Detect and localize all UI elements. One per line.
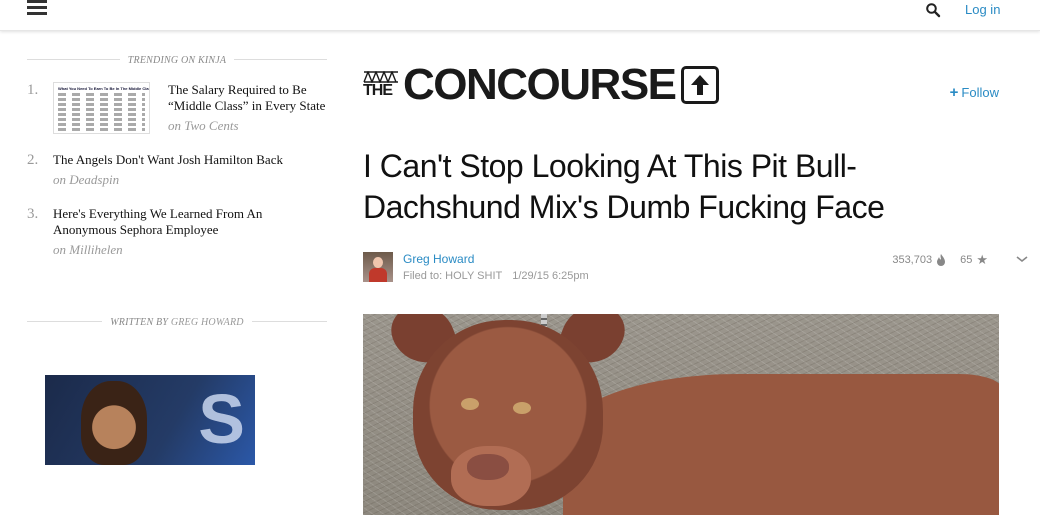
trending-heading: TRENDING ON KINJA — [27, 50, 327, 68]
promo-person — [81, 381, 147, 465]
chevron-down-icon[interactable] — [1015, 254, 1029, 264]
article-meta: Filed to: HOLY SHIT 1/29/15 6:25pm — [403, 270, 589, 282]
plus-icon: + — [949, 84, 959, 101]
hero-dog-eye-left — [461, 398, 479, 410]
trending-number: 3. — [27, 206, 39, 222]
article-headline: I Can't Stop Looking At This Pit Bull-Da… — [363, 148, 885, 225]
hero-dog-body — [563, 374, 999, 515]
trending-title[interactable]: The Angels Don't Want Josh Hamilton Back — [53, 152, 283, 168]
follow-button[interactable]: + Follow — [950, 84, 999, 101]
avatar[interactable] — [363, 252, 393, 282]
trending-title[interactable]: Here's Everything We Learned From An Ano… — [53, 206, 327, 238]
hero-dog-nose — [467, 454, 509, 480]
login-link[interactable]: Log in — [965, 2, 1000, 17]
top-bar: Log in — [0, 0, 1040, 31]
trending-item-2[interactable]: 2. The Angels Don't Want Josh Hamilton B… — [27, 152, 327, 188]
filed-to-link[interactable]: Filed to: HOLY SHIT — [403, 270, 502, 282]
thumbnail-title: What You Need To Earn To Be In The Middl… — [58, 86, 150, 91]
article-hero-image[interactable] — [363, 314, 999, 515]
article: THE CONCOURSE + Follow I Can't Stop Looki… — [363, 60, 1028, 515]
site-logo[interactable]: THE CONCOURSE — [363, 60, 999, 110]
view-count: 353,703 — [892, 254, 933, 266]
arrow-up-icon — [680, 66, 719, 104]
star-icon[interactable]: ★ — [976, 252, 988, 268]
trending-source[interactable]: on Two Cents — [168, 118, 327, 134]
written-by-heading: WRITTEN BY GREG HOWARD — [27, 312, 327, 330]
written-by-label: WRITTEN BY — [110, 317, 169, 328]
hero-dog-eye-right — [513, 402, 531, 414]
trending-item-3[interactable]: 3. Here's Everything We Learned From An … — [27, 206, 327, 258]
article-stats: 353,703 65 ★ — [892, 252, 988, 268]
author-link[interactable]: Greg Howard — [403, 252, 474, 266]
byline: Greg Howard Filed to: HOLY SHIT 1/29/15 6… — [363, 252, 1028, 284]
trending-item-1[interactable]: 1. What You Need To Earn To Be In The Mi… — [27, 82, 327, 134]
flame-icon — [937, 254, 946, 266]
search-icon[interactable] — [925, 2, 941, 18]
trending-source[interactable]: on Millihelen — [53, 242, 327, 258]
trending-source[interactable]: on Deadspin — [53, 172, 283, 188]
menu-icon[interactable] — [27, 0, 47, 16]
trending-title[interactable]: The Salary Required to Be “Middle Class”… — [168, 82, 327, 114]
trending-number: 1. — [27, 82, 39, 98]
written-by-author[interactable]: GREG HOWARD — [171, 317, 244, 328]
publish-date[interactable]: 1/29/15 6:25pm — [512, 270, 588, 282]
trending-list: 1. What You Need To Earn To Be In The Mi… — [27, 82, 327, 258]
logo-the: THE — [363, 82, 393, 99]
star-count: 65 — [960, 254, 973, 266]
promo-image[interactable]: S — [45, 375, 255, 465]
trending-thumbnail[interactable]: What You Need To Earn To Be In The Middl… — [53, 82, 150, 134]
follow-label: Follow — [961, 85, 999, 100]
sidebar: TRENDING ON KINJA 1. What You Need To Ea… — [27, 50, 327, 330]
promo-backdrop-letter: S — [198, 380, 245, 458]
logo-wordmark: CONCOURSE — [403, 60, 677, 109]
trending-number: 2. — [27, 152, 39, 168]
